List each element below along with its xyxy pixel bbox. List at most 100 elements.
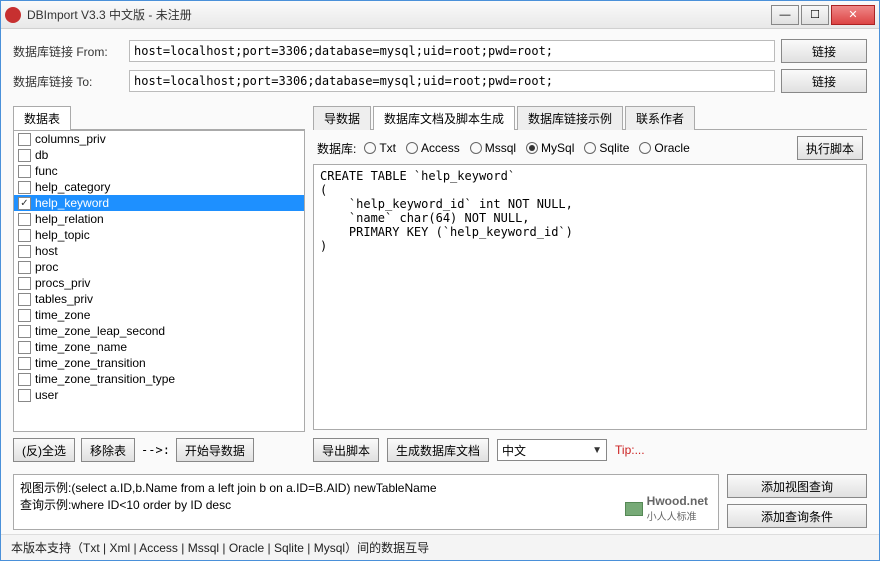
tab-2[interactable]: 数据库链接示例 — [517, 106, 623, 130]
table-name: columns_priv — [35, 132, 106, 146]
table-name: time_zone — [35, 308, 90, 322]
table-row[interactable]: help_topic — [14, 227, 304, 243]
window-title: DBImport V3.3 中文版 - 未注册 — [27, 6, 771, 23]
logo-subtext: 小人人标准 — [647, 508, 708, 523]
conn-from-row: 数据库链接 From: 链接 — [13, 39, 867, 63]
table-row[interactable]: time_zone_transition_type — [14, 371, 304, 387]
conn-from-label: 数据库链接 From: — [13, 43, 123, 60]
table-row[interactable]: user — [14, 387, 304, 403]
table-row[interactable]: ✓ help_keyword — [14, 195, 304, 211]
radio-oracle[interactable]: Oracle — [639, 141, 689, 155]
checkbox-icon[interactable] — [18, 389, 31, 402]
add-query-condition-button[interactable]: 添加查询条件 — [727, 504, 867, 528]
table-row[interactable]: host — [14, 243, 304, 259]
export-script-button[interactable]: 导出脚本 — [313, 438, 379, 462]
minimize-button[interactable]: — — [771, 5, 799, 25]
radio-dot-icon — [470, 142, 482, 154]
checkbox-icon[interactable] — [18, 341, 31, 354]
table-name: help_relation — [35, 212, 104, 226]
tab-1[interactable]: 数据库文档及脚本生成 — [373, 106, 515, 130]
footer-text: 本版本支持（Txt | Xml | Access | Mssql | Oracl… — [1, 534, 879, 560]
checkbox-icon[interactable] — [18, 309, 31, 322]
radio-label: MySql — [541, 141, 574, 155]
checkbox-icon[interactable] — [18, 229, 31, 242]
checkbox-icon[interactable] — [18, 325, 31, 338]
left-panel: 数据表 columns_privdbfunchelp_category ✓ help… — [13, 105, 305, 462]
radio-mssql[interactable]: Mssql — [470, 141, 516, 155]
logo-text: Hwood.net — [647, 494, 708, 508]
radio-dot-icon — [364, 142, 376, 154]
execute-script-button[interactable]: 执行脚本 — [797, 136, 863, 160]
table-row[interactable]: db — [14, 147, 304, 163]
conn-to-label: 数据库链接 To: — [13, 73, 123, 90]
radio-mysql[interactable]: MySql — [526, 141, 574, 155]
table-row[interactable]: help_relation — [14, 211, 304, 227]
checkbox-icon[interactable] — [18, 213, 31, 226]
radio-access[interactable]: Access — [406, 141, 460, 155]
table-name: time_zone_name — [35, 340, 127, 354]
chevron-down-icon: ▼ — [592, 445, 602, 456]
logo: Hwood.net 小人人标准 — [625, 494, 708, 523]
add-view-query-button[interactable]: 添加视图查询 — [727, 474, 867, 498]
conn-to-input[interactable] — [129, 70, 775, 92]
table-name: host — [35, 244, 58, 258]
table-row[interactable]: time_zone_leap_second — [14, 323, 304, 339]
tip-label: Tip:... — [615, 443, 645, 457]
side-buttons: 添加视图查询 添加查询条件 — [727, 474, 867, 530]
db-radios: Txt Access Mssql MySql Sqlite Oracle — [364, 141, 689, 155]
table-row[interactable]: tables_priv — [14, 291, 304, 307]
checkbox-icon[interactable] — [18, 357, 31, 370]
generate-doc-button[interactable]: 生成数据库文档 — [387, 438, 489, 462]
remove-table-button[interactable]: 移除表 — [81, 438, 135, 462]
checkbox-icon[interactable] — [18, 165, 31, 178]
connect-to-button[interactable]: 链接 — [781, 69, 867, 93]
conn-to-row: 数据库链接 To: 链接 — [13, 69, 867, 93]
checkbox-icon[interactable] — [18, 245, 31, 258]
table-row[interactable]: time_zone_transition — [14, 355, 304, 371]
close-button[interactable]: ✕ — [831, 5, 875, 25]
table-name: func — [35, 164, 58, 178]
table-name: procs_priv — [35, 276, 90, 290]
table-name: time_zone_transition_type — [35, 372, 175, 386]
checkbox-icon[interactable] — [18, 293, 31, 306]
titlebar: DBImport V3.3 中文版 - 未注册 — ☐ ✕ — [1, 1, 879, 29]
table-row[interactable]: time_zone_name — [14, 339, 304, 355]
radio-label: Access — [421, 141, 460, 155]
right-panel: 导数据数据库文档及脚本生成数据库链接示例联系作者 数据库: Txt Access M… — [313, 105, 867, 462]
tab-0[interactable]: 导数据 — [313, 106, 371, 130]
script-textarea[interactable]: CREATE TABLE `help_keyword` ( `help_keyw… — [313, 164, 867, 430]
radio-sqlite[interactable]: Sqlite — [584, 141, 629, 155]
checkbox-icon[interactable]: ✓ — [18, 197, 31, 210]
tab-3[interactable]: 联系作者 — [625, 106, 695, 130]
conn-from-input[interactable] — [129, 40, 775, 62]
radio-dot-icon — [406, 142, 418, 154]
maximize-button[interactable]: ☐ — [801, 5, 829, 25]
select-all-button[interactable]: (反)全选 — [13, 438, 75, 462]
table-list[interactable]: columns_privdbfunchelp_category ✓ help_key… — [13, 130, 305, 432]
checkbox-icon[interactable] — [18, 133, 31, 146]
checkbox-icon[interactable] — [18, 181, 31, 194]
examples-box[interactable]: 视图示例:(select a.ID,b.Name from a left joi… — [13, 474, 719, 530]
checkbox-icon[interactable] — [18, 261, 31, 274]
right-tabset: 导数据数据库文档及脚本生成数据库链接示例联系作者 — [313, 105, 867, 130]
arrow-label: -->: — [141, 443, 170, 457]
table-row[interactable]: time_zone — [14, 307, 304, 323]
start-import-button[interactable]: 开始导数据 — [176, 438, 254, 462]
checkbox-icon[interactable] — [18, 373, 31, 386]
table-name: help_keyword — [35, 196, 109, 210]
tab-tables[interactable]: 数据表 — [13, 106, 71, 130]
table-row[interactable]: proc — [14, 259, 304, 275]
table-row[interactable]: columns_priv — [14, 131, 304, 147]
table-row[interactable]: procs_priv — [14, 275, 304, 291]
checkbox-icon[interactable] — [18, 149, 31, 162]
table-row[interactable]: func — [14, 163, 304, 179]
connect-from-button[interactable]: 链接 — [781, 39, 867, 63]
radio-txt[interactable]: Txt — [364, 141, 396, 155]
table-name: time_zone_leap_second — [35, 324, 165, 338]
checkbox-icon[interactable] — [18, 277, 31, 290]
radio-label: Oracle — [654, 141, 689, 155]
db-type-label: 数据库: — [317, 140, 356, 157]
app-window: DBImport V3.3 中文版 - 未注册 — ☐ ✕ 数据库链接 From… — [0, 0, 880, 561]
language-combo[interactable]: 中文 ▼ — [497, 439, 607, 461]
table-row[interactable]: help_category — [14, 179, 304, 195]
